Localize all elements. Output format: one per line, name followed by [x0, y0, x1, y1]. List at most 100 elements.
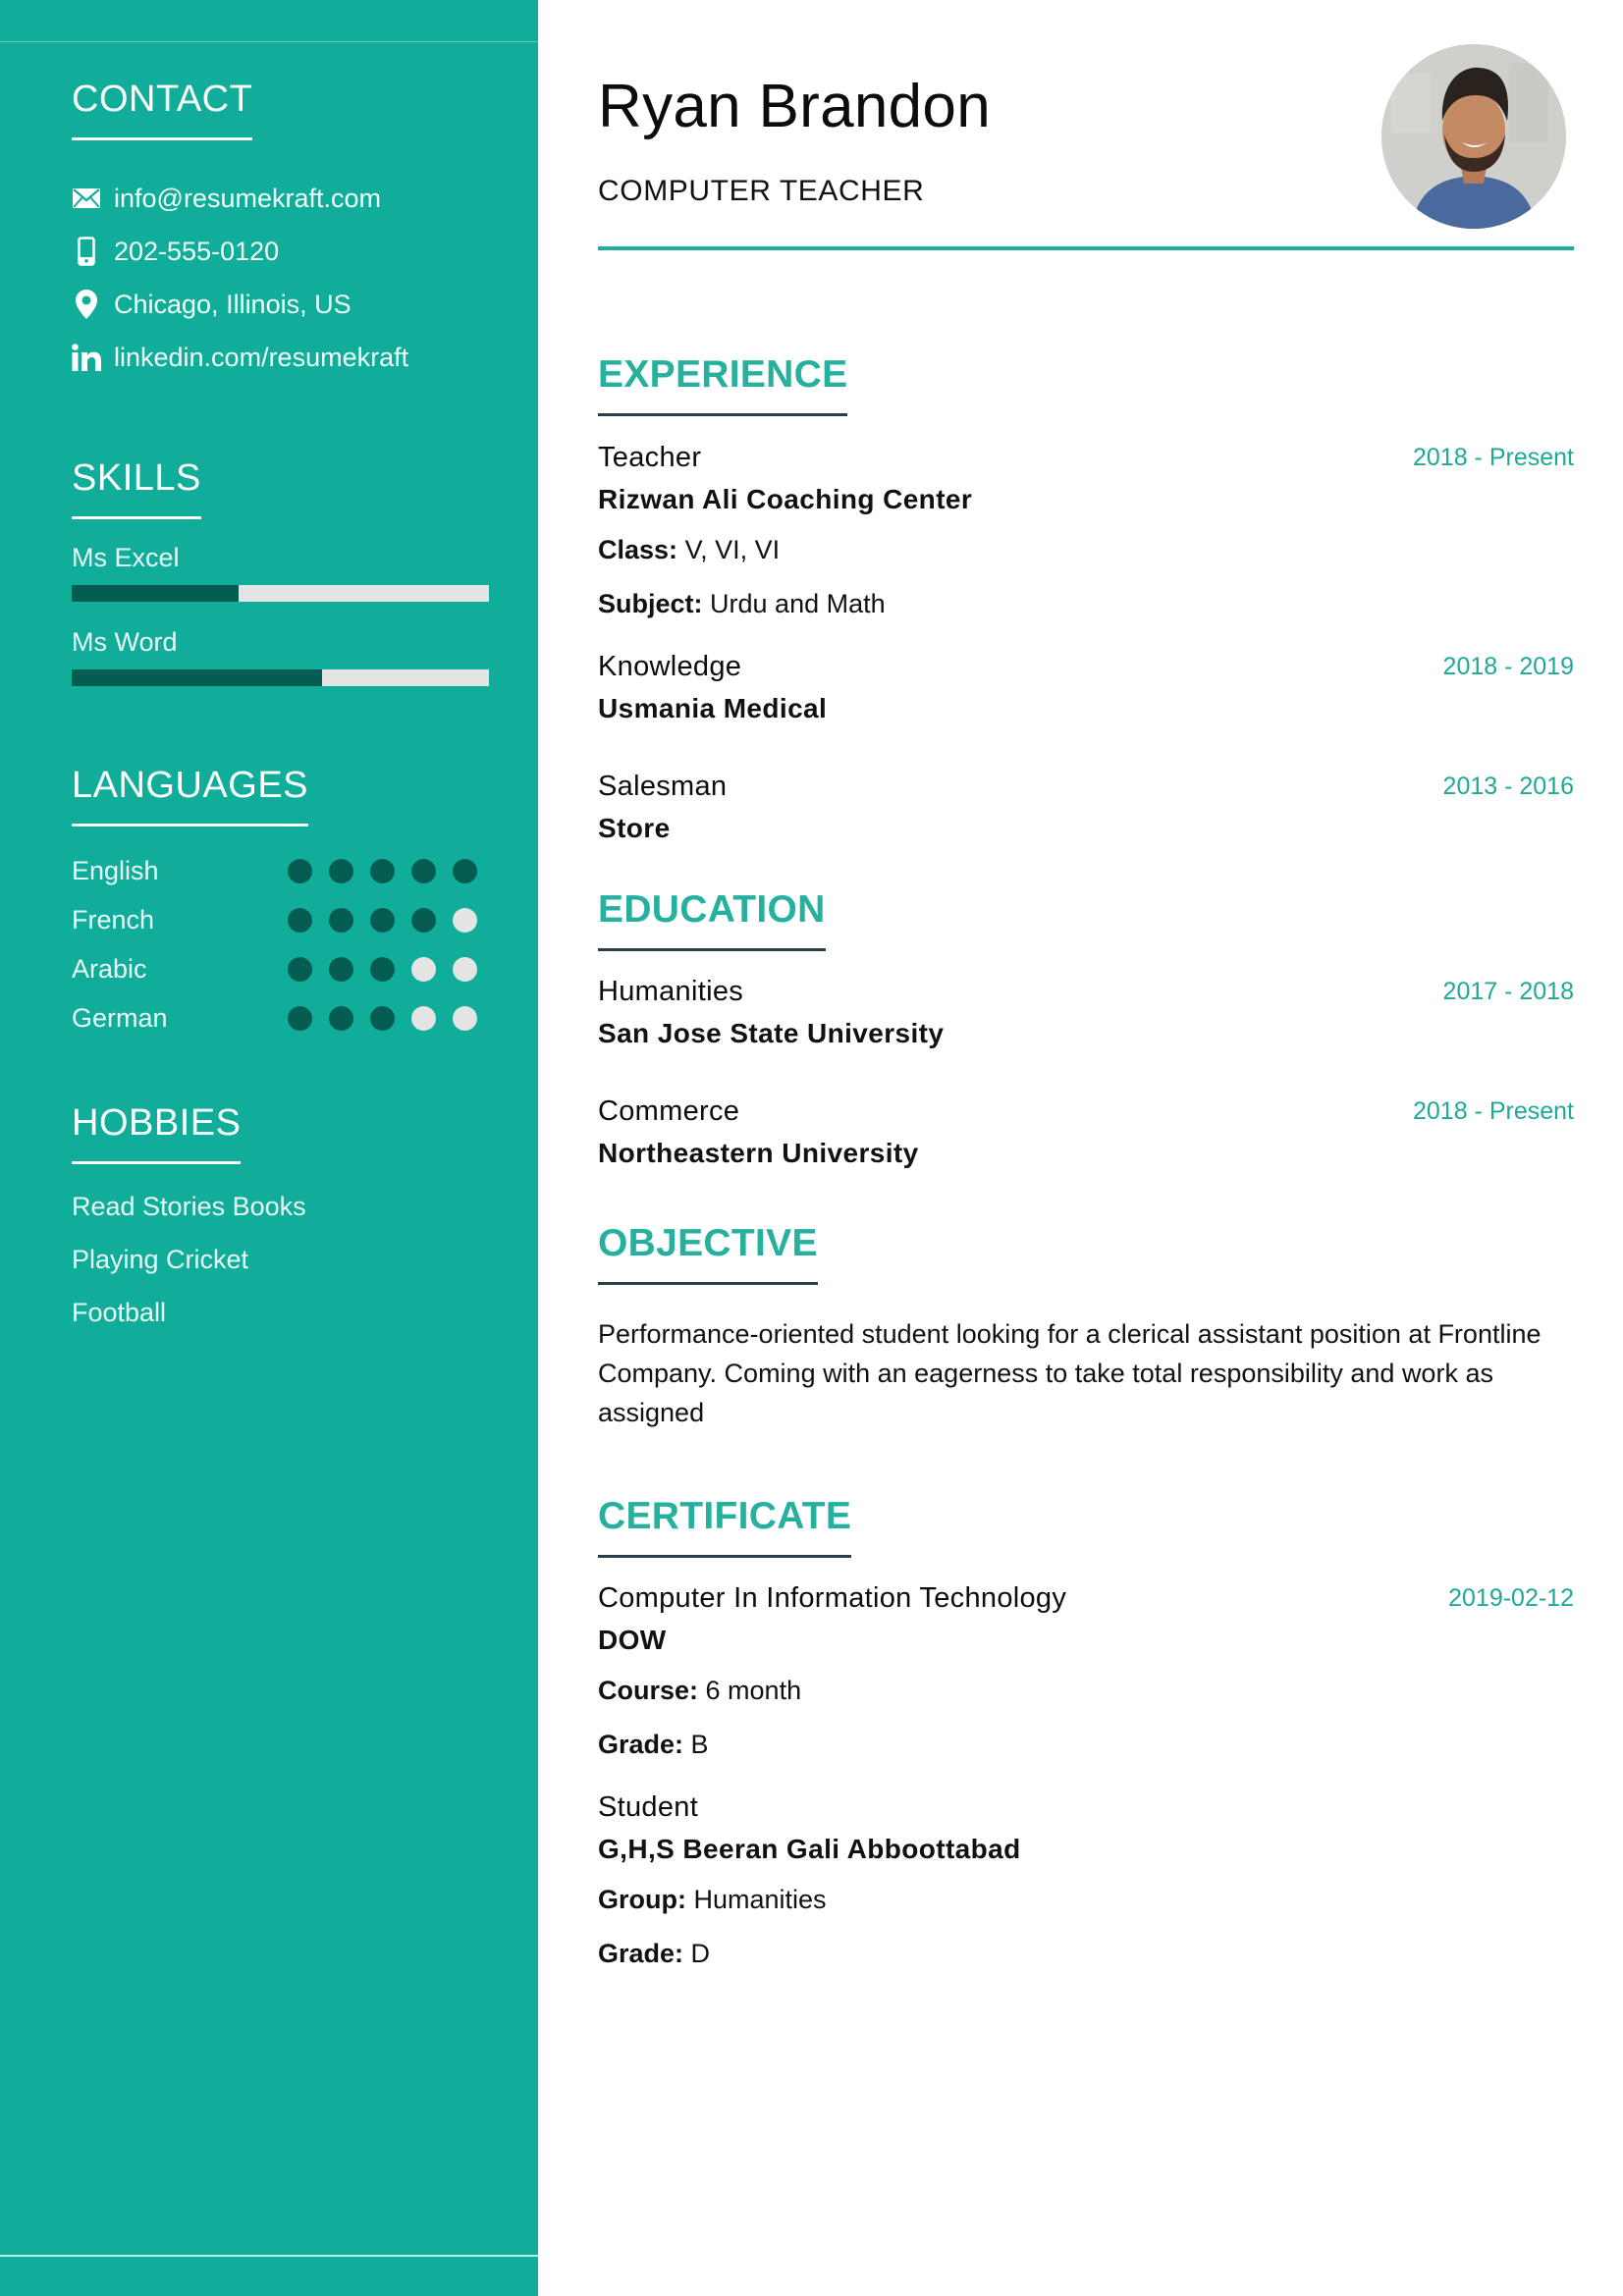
rating-dot-filled — [370, 858, 395, 883]
entry-title: Student — [598, 1791, 699, 1823]
experience-heading: EXPERIENCE — [598, 353, 848, 396]
language-rating — [288, 956, 494, 982]
entry-detail: Group: Humanities — [598, 1887, 1574, 1913]
experience-entry: Salesman 2013 - 2016 Store — [598, 773, 1574, 842]
skill-bar — [72, 669, 489, 686]
rating-dot-filled — [370, 1005, 395, 1031]
rating-dot-empty — [411, 1005, 436, 1031]
objective-section: OBJECTIVE Performance-oriented student l… — [598, 1224, 1574, 1432]
entry-date: 2013 - 2016 — [1442, 773, 1574, 800]
rating-dot-empty — [453, 956, 477, 982]
entry-organization: Store — [598, 813, 671, 843]
hobbies-list: Read Stories Books Playing Cricket Footb… — [72, 1180, 494, 1339]
language-rating — [288, 858, 494, 883]
education-entry: Humanities 2017 - 2018 San Jose State Un… — [598, 978, 1574, 1047]
languages-heading-underline — [72, 824, 309, 827]
header-divider — [598, 246, 1574, 250]
rating-dot-filled — [329, 1005, 353, 1031]
phone-icon — [72, 237, 101, 266]
detail-label: Grade: — [598, 1730, 684, 1759]
certificate-entry: Student G,H,S Beeran Gali Abboottabad Gr… — [598, 1793, 1574, 1967]
contact-linkedin[interactable]: linkedin.com/resumekraft — [72, 331, 494, 384]
hobby-item: Read Stories Books — [72, 1191, 306, 1221]
profile-photo — [1381, 44, 1566, 229]
rating-dot-filled — [370, 956, 395, 982]
linkedin-icon — [72, 343, 101, 372]
languages-section: LANGUAGES English French Arabic German — [72, 767, 494, 1042]
language-name: French — [72, 904, 155, 934]
entry-title: Knowledge — [598, 651, 742, 682]
entry-detail: Subject: Urdu and Math — [598, 591, 1574, 617]
languages-list: English French Arabic German — [72, 846, 494, 1042]
hobbies-heading-underline — [72, 1161, 242, 1164]
experience-section: EXPERIENCE Teacher 2018 - Present Rizwan… — [598, 355, 1574, 842]
rating-dot-filled — [329, 858, 353, 883]
candidate-name: Ryan Brandon — [598, 73, 991, 140]
contact-linkedin-text[interactable]: linkedin.com/resumekraft — [114, 343, 408, 373]
certificate-entry: Computer In Information Technology 2019-… — [598, 1584, 1574, 1758]
detail-value: B — [690, 1730, 709, 1759]
contact-heading-underline — [72, 137, 253, 140]
objective-heading: OBJECTIVE — [598, 1222, 818, 1264]
certificate-heading-underline — [598, 1555, 852, 1558]
contact-phone-text[interactable]: 202-555-0120 — [114, 237, 279, 267]
entry-date: 2019-02-12 — [1448, 1584, 1574, 1612]
language-name: English — [72, 855, 159, 885]
candidate-role: COMPUTER TEACHER — [598, 175, 925, 207]
rating-dot-filled — [329, 956, 353, 982]
hobbies-heading: HOBBIES — [72, 1102, 242, 1144]
entry-organization: DOW — [598, 1625, 667, 1655]
entry-title: Humanities — [598, 976, 744, 1007]
detail-value: Urdu and Math — [710, 589, 886, 618]
entry-date: 2017 - 2018 — [1442, 978, 1574, 1005]
entry-organization: G,H,S Beeran Gali Abboottabad — [598, 1834, 1021, 1864]
sidebar-top-divider — [0, 41, 538, 42]
entry-title: Salesman — [598, 771, 728, 802]
experience-heading-underline — [598, 413, 848, 416]
entry-organization: Northeastern University — [598, 1138, 919, 1168]
language-item: English — [72, 846, 494, 895]
rating-dot-filled — [288, 907, 312, 933]
hobby-item: Football — [72, 1297, 167, 1327]
experience-entry: Knowledge 2018 - 2019 Usmania Medical — [598, 653, 1574, 722]
entry-organization: Rizwan Ali Coaching Center — [598, 484, 973, 514]
contact-list: info@resumekraft.com 202-555-0120 Chicag… — [72, 172, 494, 384]
skills-heading-underline — [72, 516, 201, 519]
detail-value: Humanities — [693, 1885, 827, 1914]
detail-label: Subject: — [598, 589, 703, 618]
rating-dot-filled — [288, 1005, 312, 1031]
language-item: German — [72, 993, 494, 1042]
language-name: Arabic — [72, 953, 147, 984]
person-avatar-icon — [1381, 44, 1566, 229]
skill-bar-fill — [72, 669, 322, 686]
rating-dot-empty — [411, 956, 436, 982]
contact-location: Chicago, Illinois, US — [72, 278, 494, 331]
skill-bar — [72, 585, 489, 602]
skill-label: Ms Excel — [72, 543, 180, 572]
location-pin-icon — [72, 290, 101, 319]
education-entry: Commerce 2018 - Present Northeastern Uni… — [598, 1097, 1574, 1167]
entry-organization: San Jose State University — [598, 1018, 945, 1048]
hobby-item: Playing Cricket — [72, 1244, 249, 1274]
experience-entry: Teacher 2018 - Present Rizwan Ali Coachi… — [598, 444, 1574, 617]
entry-detail: Grade: B — [598, 1732, 1574, 1758]
detail-label: Group: — [598, 1885, 686, 1914]
education-heading-underline — [598, 948, 826, 951]
hobbies-section: HOBBIES Read Stories Books Playing Crick… — [72, 1104, 494, 1339]
certificate-section: CERTIFICATE Computer In Information Tech… — [598, 1497, 1574, 1967]
certificate-heading: CERTIFICATE — [598, 1495, 852, 1537]
contact-email[interactable]: info@resumekraft.com — [72, 172, 494, 225]
language-name: German — [72, 1002, 168, 1033]
rating-dot-filled — [453, 858, 477, 883]
skill-item: Ms Excel — [72, 545, 494, 602]
detail-label: Grade: — [598, 1939, 684, 1968]
contact-phone[interactable]: 202-555-0120 — [72, 225, 494, 278]
contact-email-text[interactable]: info@resumekraft.com — [114, 184, 381, 214]
language-item: Arabic — [72, 944, 494, 993]
skills-heading: SKILLS — [72, 457, 201, 499]
rating-dot-empty — [453, 1005, 477, 1031]
entry-detail: Class: V, VI, VI — [598, 537, 1574, 563]
skills-section: SKILLS Ms Excel Ms Word — [72, 459, 494, 686]
language-rating — [288, 907, 494, 933]
skill-bar-fill — [72, 585, 239, 602]
